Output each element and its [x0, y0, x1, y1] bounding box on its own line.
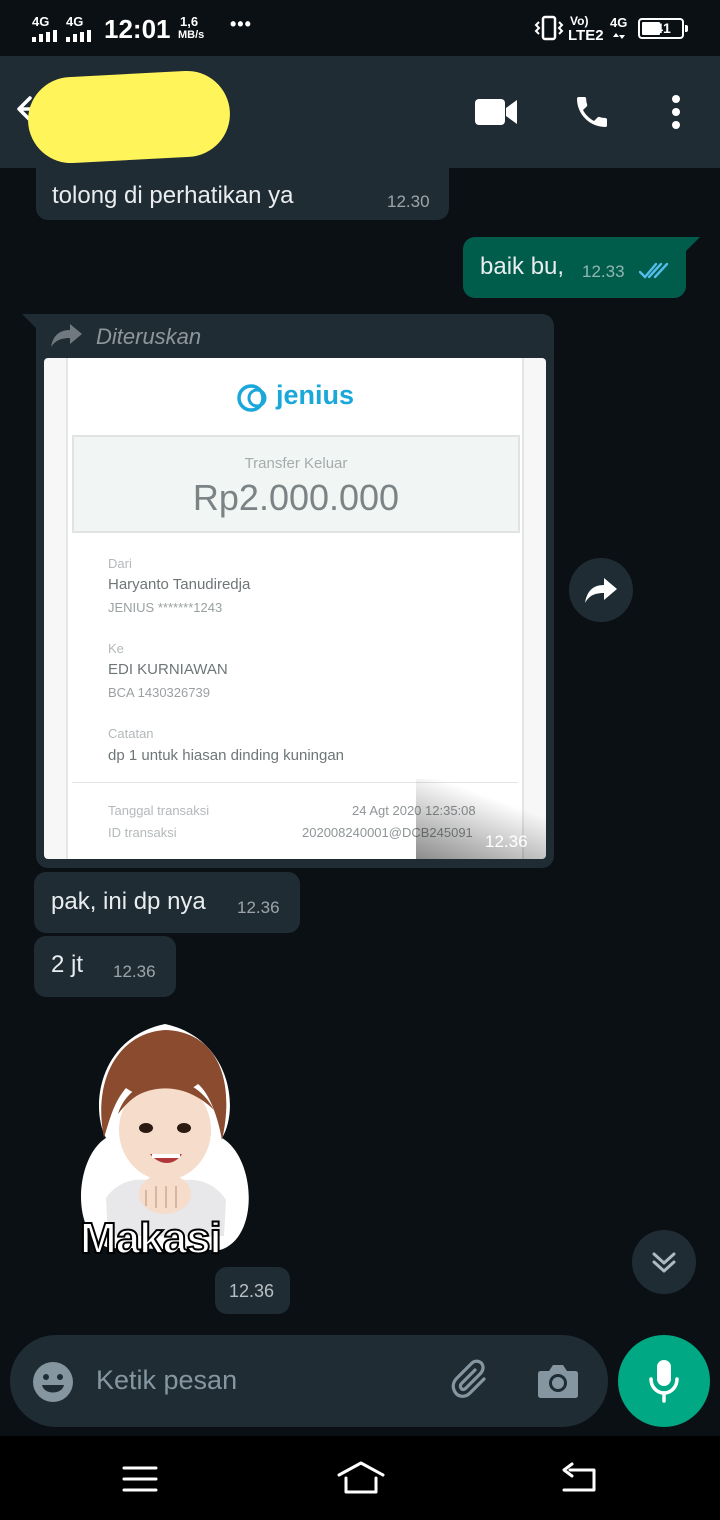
id-label: ID transaksi: [108, 825, 177, 840]
speed-value: 1,6: [180, 14, 199, 29]
receipt-image[interactable]: jenius Transfer Keluar Rp2.000.000 Dari …: [44, 358, 546, 859]
jenius-logo-icon: [237, 384, 267, 412]
message-time: 12.36: [229, 1281, 275, 1301]
sim1-network-label: 4G: [32, 14, 50, 29]
vibrate-icon: [534, 15, 564, 41]
scroll-to-bottom-button[interactable]: [632, 1230, 696, 1294]
camera-icon[interactable]: [537, 1361, 579, 1399]
read-receipt-icon: [639, 262, 669, 279]
message-time: 12.30: [387, 192, 430, 211]
back-nav-icon[interactable]: [560, 1462, 598, 1494]
forwarded-label: Diteruskan: [96, 324, 202, 349]
video-call-icon[interactable]: [474, 96, 518, 128]
more-vert-icon[interactable]: [668, 94, 684, 130]
note-text: dp 1 untuk hiasan dinding kuningan: [108, 747, 345, 764]
microphone-icon: [649, 1360, 679, 1403]
battery-level: 41: [655, 20, 671, 36]
speed-unit: MB/s: [178, 29, 205, 41]
message-bubble-outgoing[interactable]: baik bu, 12.33: [463, 237, 686, 298]
forwarded-icon: [51, 324, 82, 347]
jenius-wordmark: jenius: [276, 380, 355, 410]
message-bubble-incoming[interactable]: pak, ini dp nya 12.36: [34, 872, 300, 933]
system-navigation-bar: [0, 1436, 720, 1520]
message-text: 2 jt: [51, 951, 84, 978]
network-type-label: 4G: [610, 15, 628, 30]
message-text: pak, ini dp nya: [51, 888, 206, 915]
redacted-contact-name: [25, 68, 233, 166]
message-bubble-incoming[interactable]: tolong di perhatikan ya 12.30: [36, 168, 449, 220]
message-time: 12.33: [582, 262, 625, 281]
message-text: baik bu,: [480, 253, 565, 280]
lte2-label: LTE2: [568, 27, 604, 44]
chat-area[interactable]: tolong di perhatikan ya 12.30 baik bu, 1…: [0, 168, 720, 1336]
phone-icon[interactable]: [572, 92, 612, 132]
message-bubble-incoming[interactable]: 2 jt 12.36: [34, 936, 176, 997]
more-notifications-icon: •••: [230, 14, 252, 34]
transfer-amount: Rp2.000.000: [192, 477, 400, 518]
voice-record-button[interactable]: [618, 1335, 710, 1427]
amount-box: Transfer Keluar Rp2.000.000: [72, 435, 520, 533]
note-label: Catatan: [108, 726, 154, 741]
sticker-caption: Makasi: [79, 1213, 223, 1264]
emoji-icon[interactable]: [32, 1361, 74, 1403]
battery-icon: 41: [638, 18, 688, 39]
sticker-time-pill: 12.36: [215, 1267, 290, 1314]
transfer-heading: Transfer Keluar: [244, 455, 348, 472]
to-account: BCA 1430326739: [108, 685, 210, 700]
data-activity-icon: [613, 33, 625, 39]
forwarded-image-message[interactable]: Diteruskan jenius Transfer Keluar Rp2.00…: [36, 314, 554, 868]
share-button[interactable]: [569, 558, 633, 622]
from-account: JENIUS *******1243: [108, 600, 223, 615]
status-bar: 4G 4G 12:01 1,6 MB/s ••• Vo) LTE2 4G 41: [0, 0, 720, 56]
message-time: 12.36: [485, 832, 528, 851]
sim2-network-label: 4G: [66, 14, 84, 29]
from-label: Dari: [108, 556, 132, 571]
volte-label: Vo): [570, 14, 589, 28]
forward-arrow-icon: [585, 578, 617, 603]
clock: 12:01: [104, 14, 171, 44]
to-name: EDI KURNIAWAN: [108, 661, 228, 678]
message-input[interactable]: Ketik pesan: [96, 1365, 237, 1396]
date-label: Tanggal transaksi: [108, 803, 210, 818]
attachment-icon[interactable]: [450, 1359, 494, 1403]
message-composer[interactable]: Ketik pesan: [10, 1335, 608, 1427]
menu-icon[interactable]: [122, 1465, 158, 1493]
from-name: Haryanto Tanudiredja: [108, 576, 251, 593]
double-chevron-down-icon: [652, 1252, 676, 1273]
message-text: tolong di perhatikan ya: [52, 182, 294, 209]
message-time: 12.36: [237, 898, 280, 917]
signal-sim2-icon: 4G: [66, 14, 94, 42]
home-icon[interactable]: [336, 1460, 386, 1496]
signal-sim1-icon: 4G: [32, 14, 60, 42]
to-label: Ke: [108, 641, 124, 656]
message-time: 12.36: [113, 962, 156, 981]
